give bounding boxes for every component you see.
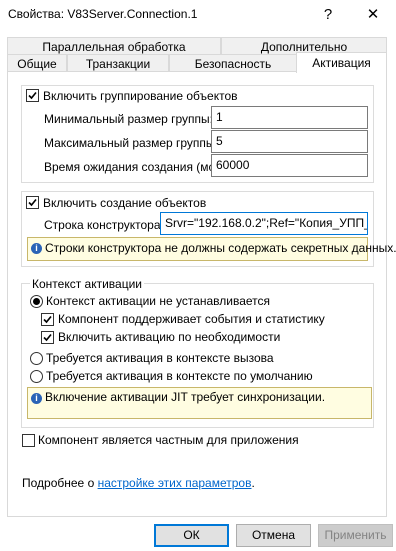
constructor-string-label: Строка конструктора: [44,218,164,232]
enable-construction-checkbox[interactable] [26,196,39,209]
ok-button[interactable]: ОК [154,524,229,547]
enable-construction-label: Включить создание объектов [43,196,207,210]
close-button[interactable]: ✕ [350,0,396,30]
more-info-suffix: . [251,476,255,490]
creation-timeout-label: Время ожидания создания (мс): [44,160,222,174]
tab-activation[interactable]: Активация [296,52,387,73]
tab-general[interactable]: Общие [7,54,67,72]
enable-pooling-checkbox[interactable] [26,89,39,102]
window-title: Свойства: V83Server.Connection.1 [8,7,198,21]
info-icon: i [31,243,42,254]
tab-transactions[interactable]: Транзакции [67,54,169,72]
radio-caller-context[interactable] [30,352,43,365]
info-icon: i [31,393,42,404]
tab-parallel-processing[interactable]: Параллельная обработка [7,37,221,55]
cancel-button[interactable]: Отмена [236,524,311,547]
max-pool-label: Максимальный размер группы: [44,136,218,150]
events-stats-label: Компонент поддерживает события и статист… [58,312,325,326]
private-component-label: Компонент является частным для приложени… [38,433,299,447]
help-button[interactable]: ? [305,0,351,30]
private-component-checkbox[interactable] [22,434,35,447]
min-pool-input[interactable]: 1 [211,106,368,129]
min-pool-label: Минимальный размер группы: [44,112,214,126]
checkmark-icon [43,315,52,324]
apply-button[interactable]: Применить [318,524,393,547]
radio-default-context-label: Требуется активация в контексте по умолч… [46,369,313,383]
radio-not-set-label: Контекст активации не устанавливается [46,294,271,308]
jit-activation-checkbox[interactable] [41,331,54,344]
constructor-info-text: Строки конструктора не должны содержать … [45,241,396,255]
radio-default-context[interactable] [30,370,43,383]
checkmark-icon [28,198,37,207]
enable-pooling-label: Включить группирование объектов [43,89,238,103]
more-info-line: Подробнее о настройке этих параметров. [22,476,255,490]
max-pool-input[interactable]: 5 [211,130,368,153]
title-bar: Свойства: V83Server.Connection.1 ? ✕ [0,0,396,30]
constructor-string-input[interactable]: Srvr="192.168.0.2";Ref="Копия_УПП_Л" [160,212,368,235]
more-info-link[interactable]: настройке этих параметров [98,476,252,490]
radio-caller-context-label: Требуется активация в контексте вызова [46,351,274,365]
jit-activation-label: Включить активацию по необходимости [58,330,281,344]
checkmark-icon [28,91,37,100]
tab-security[interactable]: Безопасность [169,54,297,72]
checkmark-icon [43,333,52,342]
jit-info-text: Включение активации JIT требует синхрони… [45,390,326,404]
activation-context-title: Контекст активации [30,277,144,291]
creation-timeout-input[interactable]: 60000 [211,154,368,177]
more-info-prefix: Подробнее о [22,476,98,490]
events-stats-checkbox[interactable] [41,313,54,326]
radio-not-set[interactable] [30,295,43,308]
